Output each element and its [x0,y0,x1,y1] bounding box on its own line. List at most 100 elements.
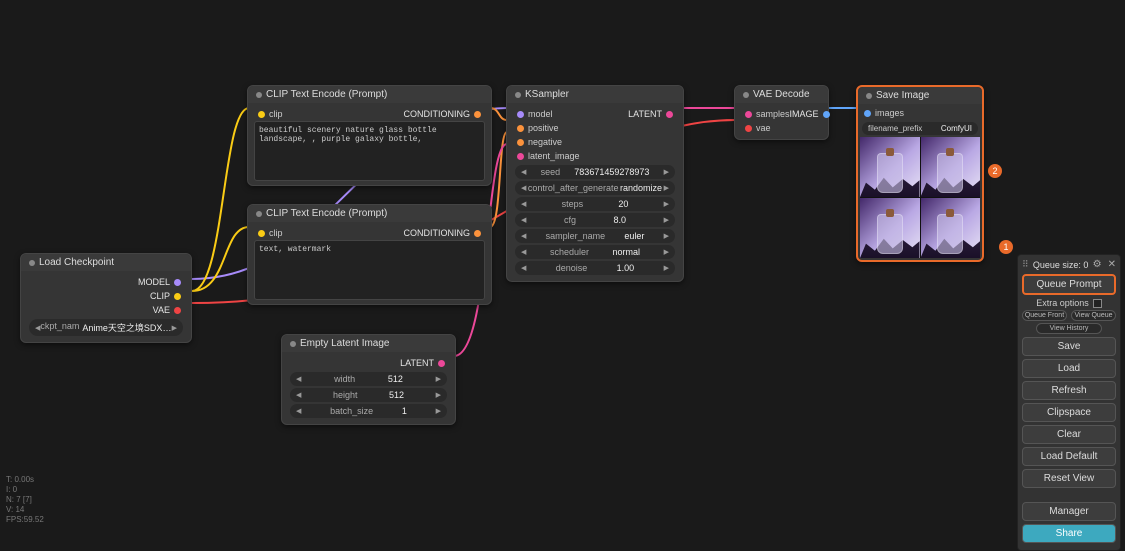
port-samples-in[interactable] [745,111,752,118]
annotation-badge-1: 1 [999,240,1013,254]
input-latent-image: latent_image [528,151,580,161]
collapse-dot-icon[interactable] [515,92,521,98]
load-default-button[interactable]: Load Default [1022,447,1116,466]
collapse-dot-icon[interactable] [256,92,262,98]
preview-image[interactable] [860,198,920,258]
output-vae: VAE [153,305,170,315]
widget-ckpt-name[interactable]: ◀ ckpt_namAnime天空之境SDXL.safetensors ▶ [29,319,183,336]
preview-image[interactable] [921,198,981,258]
preview-grid [860,137,980,258]
node-header[interactable]: KSampler [507,86,683,103]
preview-image[interactable] [921,137,981,197]
control-panel[interactable]: ⠿ Queue size: 0 ⚙ ✕ Queue Prompt Extra o… [1017,254,1121,551]
input-positive: positive [528,123,559,133]
port-positive-in[interactable] [517,125,524,132]
port-clip-in[interactable] [258,230,265,237]
node-header[interactable]: CLIP Text Encode (Prompt) [248,205,491,222]
port-model-in[interactable] [517,111,524,118]
widget-batch-size[interactable]: ◀batch_size1▶ [290,404,447,418]
port-cond-out[interactable] [474,111,481,118]
node-title: Save Image [876,90,929,101]
collapse-dot-icon[interactable] [290,341,296,347]
port-vae-in[interactable] [745,125,752,132]
port-negative-in[interactable] [517,139,524,146]
output-clip: CLIP [150,291,170,301]
widget-control-after-generate[interactable]: ◀control_after_generaterandomize▶ [515,181,675,195]
output-latent: LATENT [400,358,434,368]
widget-scheduler[interactable]: ◀schedulernormal▶ [515,245,675,259]
graph-canvas[interactable]: Load Checkpoint MODEL CLIP VAE ◀ ckpt_na… [0,0,1125,529]
share-button[interactable]: Share [1022,524,1116,543]
port-clip-in[interactable] [258,111,265,118]
node-header[interactable]: CLIP Text Encode (Prompt) [248,86,491,103]
node-header[interactable]: Empty Latent Image [282,335,455,352]
collapse-dot-icon[interactable] [866,93,872,99]
extra-options[interactable]: Extra options [1022,298,1116,308]
clear-button[interactable]: Clear [1022,425,1116,444]
node-empty-latent[interactable]: Empty Latent Image LATENT ◀width512▶ ◀he… [281,334,456,425]
preview-image[interactable] [860,137,920,197]
node-save-image[interactable]: Save Image images filename_prefixComfyUI [856,85,984,262]
gear-icon[interactable]: ⚙ [1093,259,1102,270]
queue-size-label: Queue size: 0 [1033,260,1089,270]
collapse-dot-icon[interactable] [743,92,749,98]
reset-view-button[interactable]: Reset View [1022,469,1116,488]
port-images-in[interactable] [864,110,871,117]
checkbox-icon[interactable] [1093,299,1102,308]
grip-icon[interactable]: ⠿ [1022,259,1029,270]
output-conditioning: CONDITIONING [404,109,471,119]
widget-filename-prefix[interactable]: filename_prefixComfyUI [862,122,978,135]
port-model-out[interactable] [174,279,181,286]
input-negative: negative [528,137,562,147]
output-conditioning: CONDITIONING [404,228,471,238]
port-cond-out[interactable] [474,230,481,237]
node-vae-decode[interactable]: VAE Decode samples IMAGE vae [734,85,829,140]
port-latent-out[interactable] [666,111,673,118]
node-clip-negative[interactable]: CLIP Text Encode (Prompt) clip CONDITION… [247,204,492,305]
input-clip: clip [269,109,283,119]
manager-button[interactable]: Manager [1022,502,1116,521]
widget-denoise[interactable]: ◀denoise1.00▶ [515,261,675,275]
input-model: model [528,109,553,119]
output-latent: LATENT [628,109,662,119]
widget-width[interactable]: ◀width512▶ [290,372,447,386]
save-button[interactable]: Save [1022,337,1116,356]
queue-prompt-button[interactable]: Queue Prompt [1022,274,1116,295]
perf-stats: T: 0.00s I: 0 N: 7 [7] V: 14 FPS:59.52 [6,475,44,525]
node-header[interactable]: Save Image [858,87,982,104]
node-header[interactable]: Load Checkpoint [21,254,191,271]
widget-cfg[interactable]: ◀cfg8.0▶ [515,213,675,227]
load-button[interactable]: Load [1022,359,1116,378]
view-history-button[interactable]: View History [1036,323,1102,334]
node-title: CLIP Text Encode (Prompt) [266,208,387,219]
node-load-checkpoint[interactable]: Load Checkpoint MODEL CLIP VAE ◀ ckpt_na… [20,253,192,343]
queue-front-button[interactable]: Queue Front [1022,310,1067,321]
widget-sampler-name[interactable]: ◀sampler_nameeuler▶ [515,229,675,243]
prompt-textarea[interactable]: beautiful scenery nature glass bottle la… [254,121,485,181]
port-latent-in[interactable] [517,153,524,160]
node-clip-positive[interactable]: CLIP Text Encode (Prompt) clip CONDITION… [247,85,492,186]
annotation-badge-2: 2 [988,164,1002,178]
port-clip-out[interactable] [174,293,181,300]
collapse-dot-icon[interactable] [29,260,35,266]
widget-steps[interactable]: ◀steps20▶ [515,197,675,211]
collapse-dot-icon[interactable] [256,211,262,217]
port-image-out[interactable] [823,111,830,118]
chevron-right-icon[interactable]: ▶ [172,324,177,332]
close-icon[interactable]: ✕ [1108,259,1116,270]
prompt-textarea[interactable]: text, watermark [254,240,485,300]
port-vae-out[interactable] [174,307,181,314]
widget-seed[interactable]: ◀seed783671459278973▶ [515,165,675,179]
input-samples: samples [756,109,790,119]
node-title: VAE Decode [753,89,810,100]
port-latent-out[interactable] [438,360,445,367]
output-model: MODEL [138,277,170,287]
clipspace-button[interactable]: Clipspace [1022,403,1116,422]
input-vae: vae [756,123,771,133]
view-queue-button[interactable]: View Queue [1071,310,1116,321]
node-header[interactable]: VAE Decode [735,86,828,103]
refresh-button[interactable]: Refresh [1022,381,1116,400]
node-ksampler[interactable]: KSampler model LATENT positive negative … [506,85,684,282]
node-title: Load Checkpoint [39,257,114,268]
widget-height[interactable]: ◀height512▶ [290,388,447,402]
